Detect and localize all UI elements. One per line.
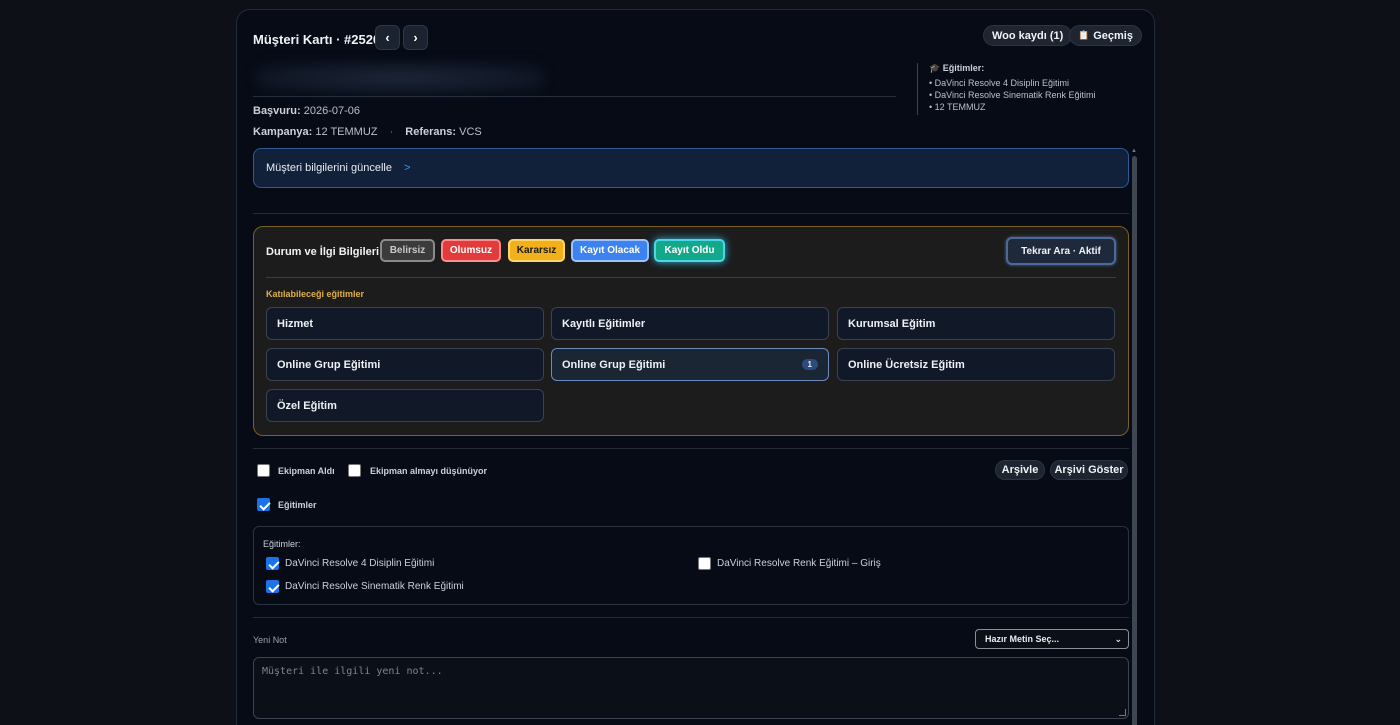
call-again-button[interactable]: Tekrar Ara · Aktif [1006,237,1116,265]
trainings-box-title: Eğitimler: [263,539,301,549]
eligible-trainings-title: Katılabileceği eğitimler [266,289,365,299]
archive-button[interactable]: Arşivle [995,460,1045,480]
training-checkbox-label: DaVinci Resolve Renk Eğitimi – Giriş [717,558,881,569]
history-label: Geçmiş [1093,29,1133,42]
trainings-summary-item: • DaVinci Resolve 4 Disiplin Eğitimi [929,78,1070,88]
trainings-box: Eğitimler: DaVinci Resolve 4 Disiplin Eğ… [253,526,1129,605]
training-option-label: Kayıtlı Eğitimler [562,317,646,330]
equipment-bought-label: Ekipman Aldı [278,466,335,476]
trainings-label: Eğitimler [278,500,317,510]
chevron-down-icon: ⌄ [1114,634,1122,644]
history-button[interactable]: 📋 Geçmiş [1069,25,1142,46]
new-note-textarea[interactable]: Müşteri ile ilgili yeni not... [253,657,1129,719]
application-date: Başvuru: 2026-07-06 [253,105,361,117]
update-customer-info-button[interactable]: Müşteri bilgilerini güncelle > [253,148,1129,188]
chevron-right-icon: › [413,30,418,45]
training-option[interactable]: Kurumsal Eğitim [837,307,1115,340]
trainings-summary-item: • DaVinci Resolve Sinematik Renk Eğitimi [929,90,1096,100]
training-checkbox[interactable] [266,557,279,570]
training-checkbox[interactable] [698,557,711,570]
training-option-label: Hizmet [277,317,314,330]
resize-handle-icon[interactable] [1119,709,1126,716]
woo-record-button[interactable]: Woo kaydı (1) [983,25,1073,46]
trainings-summary-panel: 🎓 Eğitimler: • DaVinci Resolve 4 Disipli… [917,63,1117,115]
equipment-considering-checkbox[interactable] [348,464,361,477]
training-option[interactable]: Hizmet [266,307,544,340]
scroll-up-arrow-icon[interactable]: ▲ [1131,148,1137,154]
next-button[interactable]: › [403,25,428,50]
status-belirsiz-button[interactable]: Belirsiz [380,239,435,262]
equipment-bought-checkbox[interactable] [257,464,270,477]
equipment-considering-label: Ekipman almayı düşünüyor [370,466,488,476]
status-olumsuz-button[interactable]: Olumsuz [441,239,501,262]
status-kararsiz-button[interactable]: Kararsız [508,239,565,262]
woo-record-label: Woo kaydı (1) [992,29,1064,42]
training-checkbox-label: DaVinci Resolve Sinematik Renk Eğitimi [285,581,464,592]
customer-card: Müşteri Kartı · #2520 ‹ › Woo kaydı (1) … [236,9,1155,725]
trainings-summary-item: • 12 TEMMUZ [929,102,986,112]
training-option-label: Kurumsal Eğitim [848,317,936,330]
status-section: Durum ve İlgi Bilgileri Belirsiz Olumsuz… [253,226,1129,436]
template-text-select[interactable]: Hazır Metin Seç... ⌄ [975,629,1129,649]
prev-button[interactable]: ‹ [375,25,400,50]
template-text-select-value: Hazır Metin Seç... [985,634,1060,644]
training-option[interactable]: Online Grup Eğitimi [266,348,544,381]
campaign-referral: Kampanya: 12 TEMMUZ · Referans: VCS [253,126,482,138]
divider [253,213,1129,214]
divider [266,277,1116,278]
clipboard-icon: 📋 [1078,30,1090,40]
page-title: Müşteri Kartı · #2520 [253,32,381,47]
status-kayit-olacak-button[interactable]: Kayıt Olacak [571,239,649,262]
new-note-placeholder: Müşteri ile ilgili yeni not... [262,666,443,677]
blurred-customer-name [255,62,545,94]
training-option-label: Online Grup Eğitimi [277,358,381,371]
count-badge: 1 [801,359,818,370]
training-option[interactable]: Online Ücretsiz Eğitim [837,348,1115,381]
chevron-left-icon: ‹ [385,30,390,45]
status-section-title: Durum ve İlgi Bilgileri [266,246,380,258]
divider [253,448,1129,449]
training-option-label: Online Grup Eğitimi [562,358,666,371]
training-option[interactable]: Kayıtlı Eğitimler [551,307,829,340]
update-customer-info-label: Müşteri bilgilerini güncelle [266,162,392,174]
trainings-summary-title: 🎓 Eğitimler: [929,63,985,73]
show-archive-button[interactable]: Arşivi Göster [1050,460,1128,480]
training-option[interactable]: Özel Eğitim [266,389,544,422]
divider [253,96,896,97]
chevron-right-icon: > [404,162,411,174]
training-option-label: Özel Eğitim [277,399,337,412]
new-note-label: Yeni Not [253,635,287,645]
training-checkbox[interactable] [266,580,279,593]
scrollbar-thumb[interactable] [1132,156,1137,725]
training-option[interactable]: Online Grup Eğitimi 1 [551,348,829,381]
divider [253,617,1129,618]
trainings-checkbox[interactable] [257,498,270,511]
status-kayit-oldu-button[interactable]: Kayıt Oldu [654,239,725,262]
training-checkbox-label: DaVinci Resolve 4 Disiplin Eğitimi [285,558,435,569]
training-option-label: Online Ücretsiz Eğitim [848,358,965,371]
